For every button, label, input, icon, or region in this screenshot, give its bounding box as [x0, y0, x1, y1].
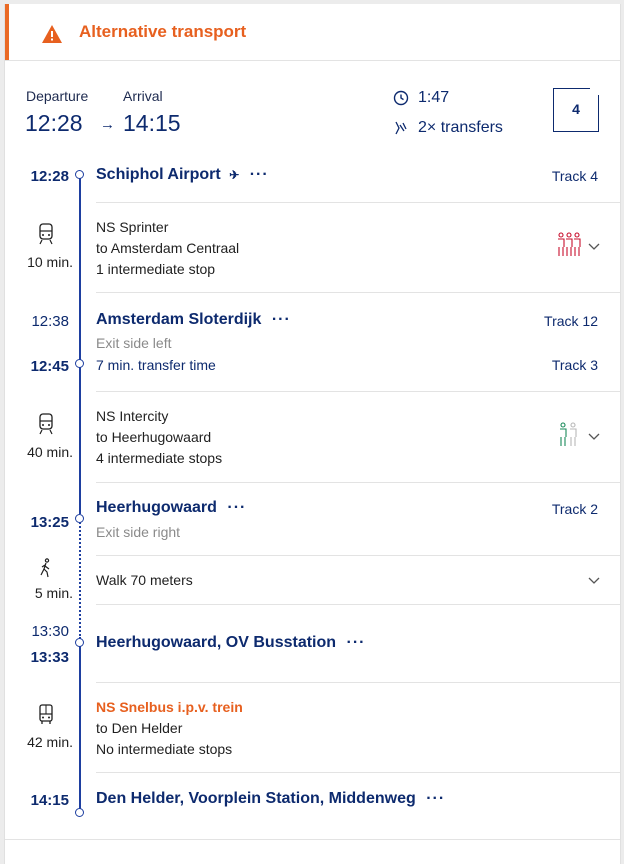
divider — [96, 682, 620, 683]
service-name: NS Sprinter — [96, 219, 169, 235]
divider — [96, 202, 620, 203]
alert-accent-bar — [5, 4, 9, 60]
stop-time: 12:28 — [30, 168, 69, 185]
stop-departure-time: 12:45 — [30, 358, 69, 375]
chevron-down-icon[interactable] — [587, 242, 601, 252]
exit-side: Exit side left — [96, 335, 172, 351]
service-name: NS Intercity — [96, 408, 169, 424]
stop-node — [75, 638, 84, 647]
divider — [96, 604, 620, 605]
arrival-time: 14:15 — [123, 110, 181, 136]
divider — [96, 292, 620, 293]
transfer-time: 7 min. transfer time — [96, 357, 216, 373]
leg-duration: 5 min. — [34, 585, 73, 601]
intermediate-stops: 4 intermediate stops — [96, 450, 223, 466]
stop-name: Amsterdam Sloterdijk — [96, 311, 262, 328]
crowd-low-icon — [560, 422, 577, 446]
alternative-transport-banner[interactable]: Alternative transport — [5, 4, 620, 61]
leg-duration: 40 min. — [27, 444, 73, 460]
track-label: Track 2 — [551, 501, 598, 517]
stop-name: Heerhugowaard — [96, 499, 217, 516]
walk-icon — [40, 558, 50, 578]
track-label: Track 4 — [551, 168, 598, 184]
arrival-label: Arrival — [123, 88, 163, 104]
alert-text: Alternative transport — [79, 22, 247, 41]
warning-icon — [42, 25, 62, 43]
leg-duration: 10 min. — [27, 254, 73, 270]
direction: to Den Helder — [96, 720, 183, 736]
more-options-button[interactable]: ··· — [250, 166, 269, 183]
stop-time: 14:15 — [30, 792, 69, 809]
stop-time: 13:25 — [30, 514, 69, 531]
more-options-button[interactable]: ··· — [227, 499, 246, 516]
stop-name: Schiphol Airport — [96, 166, 221, 183]
bus-icon — [39, 704, 53, 724]
stop-departure-time: 13:33 — [30, 649, 69, 666]
stop-name: Heerhugowaard, OV Busstation — [96, 634, 337, 651]
plane-icon: ✈ — [229, 168, 240, 182]
chevron-down-icon[interactable] — [587, 576, 601, 586]
stop-node — [75, 808, 84, 817]
stop-row[interactable]: Den Helder, Voorplein Station, Middenweg… — [96, 790, 445, 808]
stop-node — [75, 359, 84, 368]
stop-arrival-time: 13:30 — [31, 623, 69, 640]
chevron-down-icon[interactable] — [587, 432, 601, 442]
duration: 1:47 — [418, 89, 450, 106]
crowd-high-icon — [558, 232, 581, 256]
more-options-button[interactable]: ··· — [347, 634, 366, 651]
walk-dotted-line — [79, 519, 81, 639]
platform-number: 4 — [572, 101, 580, 117]
arrow-icon: → — [100, 116, 115, 133]
journey-card: Alternative transport Departure Arrival … — [4, 4, 621, 864]
exit-side: Exit side right — [96, 524, 181, 540]
track-label: Track 3 — [551, 357, 598, 373]
more-options-button[interactable]: ··· — [272, 311, 291, 328]
clock-icon — [393, 90, 409, 106]
divider — [96, 772, 620, 773]
stop-node — [75, 170, 84, 179]
train-icon — [39, 223, 53, 245]
track-label: Track 12 — [544, 313, 598, 329]
divider — [5, 839, 620, 840]
intermediate-stops: 1 intermediate stop — [96, 261, 216, 277]
service-name: NS Snelbus i.p.v. trein — [96, 699, 243, 715]
timeline-line — [79, 174, 81, 514]
intermediate-stops: No intermediate stops — [96, 741, 233, 757]
platform-badge: 4 — [553, 87, 600, 132]
departure-time: 12:28 — [25, 110, 83, 136]
more-options-button[interactable]: ··· — [426, 790, 445, 807]
stop-row[interactable]: Heerhugowaard, OV Busstation ··· — [96, 634, 365, 652]
stop-arrival-time: 12:38 — [31, 313, 69, 330]
stop-row[interactable]: Heerhugowaard ··· — [96, 499, 246, 517]
stop-row[interactable]: Amsterdam Sloterdijk ··· — [96, 311, 291, 329]
direction: to Amsterdam Centraal — [96, 240, 240, 256]
stop-node — [75, 514, 84, 523]
divider — [96, 555, 620, 556]
train-icon — [39, 413, 53, 435]
stop-name: Den Helder, Voorplein Station, Middenweg — [96, 790, 416, 807]
transfer-icon — [395, 121, 407, 135]
leg-duration: 42 min. — [27, 734, 73, 750]
divider — [96, 482, 620, 483]
divider — [96, 391, 620, 392]
departure-label: Departure — [26, 88, 89, 104]
stop-row[interactable]: Schiphol Airport ✈ ··· — [96, 166, 269, 184]
timeline-line-bus — [79, 644, 81, 812]
transfers-count: 2× transfers — [418, 119, 503, 136]
direction: to Heerhugowaard — [96, 429, 212, 445]
walk-distance: Walk 70 meters — [96, 572, 193, 588]
